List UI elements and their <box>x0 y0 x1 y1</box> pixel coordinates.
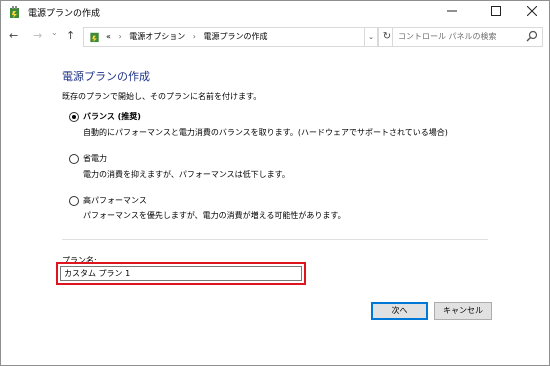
search-input[interactable]: コントロール パネルの検索 <box>392 27 543 47</box>
search-icon <box>526 30 538 42</box>
radio-high-performance[interactable] <box>69 196 79 206</box>
breadcrumb-item-power-options[interactable]: 電源オプション <box>129 32 185 41</box>
address-bar[interactable]: « › 電源オプション › 電源プランの作成 <box>83 27 365 47</box>
option-desc-high-performance: パフォーマンスを優先しますが、電力の消費が増える可能性があります。 <box>83 211 346 220</box>
maximize-icon <box>491 6 501 16</box>
option-desc-balanced: 自動的にパフォーマンスと電力消費のバランスを取ります。(ハードウェアでサポートさ… <box>83 128 448 137</box>
option-label-power-saver[interactable]: 省電力 <box>83 153 107 164</box>
maximize-button[interactable] <box>479 1 513 25</box>
radio-power-saver[interactable] <box>69 154 79 164</box>
address-dropdown-chevron-icon[interactable]: ⌄ <box>365 27 378 47</box>
breadcrumb: « › 電源オプション › 電源プランの作成 <box>106 31 268 42</box>
back-arrow-icon[interactable]: ← <box>9 29 18 42</box>
close-button[interactable] <box>515 1 549 25</box>
breadcrumb-separator: › <box>118 32 122 41</box>
title-bar: 電源プランの作成 <box>1 1 549 25</box>
option-label-balanced[interactable]: バランス (推奨) <box>83 111 141 122</box>
up-arrow-icon[interactable]: ↑ <box>66 29 75 42</box>
window-title: 電源プランの作成 <box>28 9 101 19</box>
breadcrumb-overflow[interactable]: « <box>106 32 111 41</box>
option-desc-power-saver: 電力の消費を抑えますが、パフォーマンスは低下します。 <box>83 170 290 179</box>
minimize-icon <box>447 10 457 12</box>
next-button[interactable]: 次へ <box>371 302 428 320</box>
divider <box>62 239 488 240</box>
close-icon <box>526 5 538 17</box>
intro-text: 既存のプランで開始し、そのプランに名前を付けます。 <box>62 92 262 101</box>
minimize-button[interactable] <box>435 1 469 25</box>
search-placeholder: コントロール パネルの検索 <box>398 32 497 41</box>
breadcrumb-item-create-plan[interactable]: 電源プランの作成 <box>204 32 268 41</box>
plan-name-field[interactable] <box>60 266 302 281</box>
radio-balanced[interactable] <box>69 112 79 122</box>
page-title: 電源プランの作成 <box>62 70 150 83</box>
cancel-button[interactable]: キャンセル <box>434 302 492 320</box>
forward-arrow-icon[interactable]: → <box>33 29 42 42</box>
option-label-high-performance[interactable]: 高パフォーマンス <box>83 195 147 206</box>
power-options-icon <box>10 6 19 18</box>
power-options-icon <box>90 32 99 43</box>
breadcrumb-separator: › <box>192 32 196 41</box>
recent-locations-chevron-icon[interactable]: ⌄ <box>51 28 58 37</box>
navigation-bar: ← → ⌄ ↑ « › 電源オプション › 電源プランの作成 ⌄ ↻ コントロー… <box>1 25 549 49</box>
